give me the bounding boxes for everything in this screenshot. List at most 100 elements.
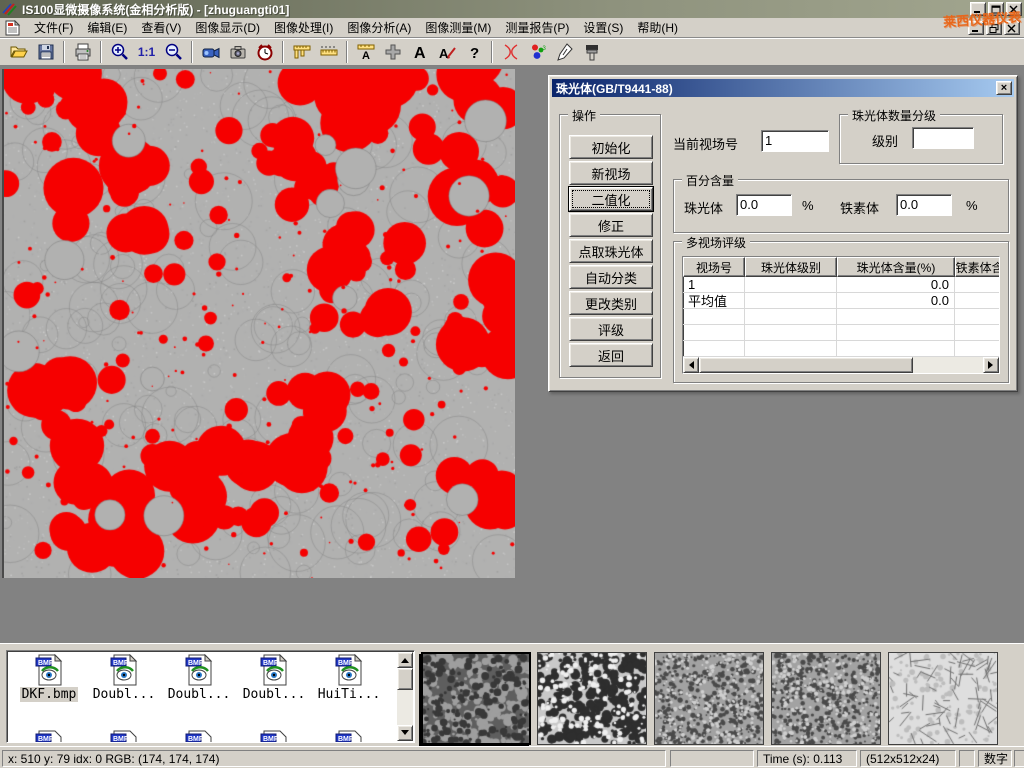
col-field-no[interactable]: 视场号 [683,257,745,277]
table-horizontal-scrollbar[interactable] [683,357,999,373]
file-item-partial[interactable]: BMP [238,730,310,743]
move-cross-icon[interactable] [379,39,406,64]
file-item-partial[interactable]: BMP [313,730,385,743]
correct-button[interactable]: 修正 [569,213,653,237]
close-button[interactable] [1006,2,1022,16]
grade-group: 珠光体数量分级 级别 [839,114,1003,164]
new-field-button[interactable]: 新视场 [569,161,653,185]
thumbnail-5[interactable] [888,652,998,745]
rate-button[interactable]: 评级 [569,317,653,341]
file-list-scrollbar[interactable] [397,652,413,741]
menu-edit[interactable]: 编辑(E) [80,17,134,38]
bmp-file-icon: BMP [334,654,364,686]
scroll-thumb[interactable] [699,357,913,373]
maximize-button[interactable] [988,2,1004,16]
ruler-icon[interactable] [315,39,342,64]
ferrite-percent-input[interactable]: 0.0 [896,194,952,216]
save-icon[interactable] [32,39,59,64]
menu-image-measure[interactable]: 图像测量(M) [418,17,498,38]
file-item-partial[interactable]: BMP [163,730,235,743]
help-icon[interactable]: ? [460,39,487,64]
table-row[interactable]: 平均值 0.0 [683,293,999,309]
thumbnail-4[interactable] [771,652,881,745]
timer-icon[interactable] [251,39,278,64]
menu-file[interactable]: 文件(F) [27,17,80,38]
menu-help[interactable]: 帮助(H) [630,17,685,38]
svg-text:BMP: BMP [188,660,204,667]
pick-pearlite-button[interactable]: 点取珠光体 [569,239,653,263]
file-name[interactable]: Doubl... [91,687,158,702]
zoom-in-icon[interactable] [106,39,133,64]
mdi-close-button[interactable] [1004,21,1020,35]
file-name[interactable]: DKF.bmp [20,687,79,702]
toolbar-separator [191,41,193,63]
file-name[interactable]: Doubl... [241,687,308,702]
multi-field-group: 多视场评级 视场号 珠光体级别 珠光体含量(%) 铁素体含量(%) 1 0.0 … [673,241,1009,383]
pearlite-percent-input[interactable]: 0.0 [736,194,792,216]
init-button[interactable]: 初始化 [569,135,653,159]
zoom-out-icon[interactable] [160,39,187,64]
camera-icon[interactable] [224,39,251,64]
svg-text:A: A [414,45,426,62]
pearlite-percent-sign: % [802,198,814,213]
open-icon[interactable] [5,39,32,64]
mdi-minimize-button[interactable] [968,21,984,35]
menu-image-process[interactable]: 图像处理(I) [267,17,340,38]
camcorder-icon[interactable] [197,39,224,64]
print-icon[interactable] [69,39,96,64]
measure-text-icon[interactable]: A [352,39,379,64]
minimize-button[interactable] [970,2,986,16]
curve-tool-icon[interactable] [497,39,524,64]
scroll-up-icon[interactable] [397,652,413,668]
mdi-restore-button[interactable] [986,21,1002,35]
auto-classify-button[interactable]: 自动分类 [569,265,653,289]
paint-brush-icon[interactable] [578,39,605,64]
annotate-icon[interactable]: A [433,39,460,64]
menu-report[interactable]: 测量报告(P) [498,17,576,38]
return-button[interactable]: 返回 [569,343,653,367]
grade-input[interactable] [912,127,974,149]
menu-image-display[interactable]: 图像显示(D) [188,17,267,38]
scroll-down-icon[interactable] [397,725,413,741]
actual-size-icon[interactable]: 1:1 [133,39,160,64]
bmp-file-icon: BMP [109,730,139,743]
scroll-left-icon[interactable] [683,357,699,373]
menu-settings[interactable]: 设置(S) [576,17,630,38]
file-item[interactable]: BMP HuiTi... [313,654,385,702]
bmp-file-icon: BMP [34,654,64,686]
dialog-close-icon[interactable]: × [996,81,1012,95]
document-icon[interactable] [4,20,21,36]
metallograph-image[interactable] [2,69,515,578]
table-row[interactable]: 1 0.0 [683,277,999,293]
svg-text:BMP: BMP [188,736,204,743]
dialog-title-bar[interactable]: 珠光体(GB/T9441-88) × [552,79,1014,97]
thumbnail-1[interactable] [421,652,531,745]
scroll-right-icon[interactable] [983,357,999,373]
menu-image-analysis[interactable]: 图像分析(A) [340,17,418,38]
file-item[interactable]: BMP Doubl... [88,654,160,702]
bmp-file-icon: BMP [184,730,214,743]
file-name[interactable]: Doubl... [166,687,233,702]
col-pearlite-pct[interactable]: 珠光体含量(%) [837,257,955,277]
file-item[interactable]: BMP DKF.bmp [13,654,85,702]
file-item[interactable]: BMP Doubl... [238,654,310,702]
col-pearlite-grade[interactable]: 珠光体级别 [745,257,837,277]
text-icon[interactable]: A [406,39,433,64]
file-item-partial[interactable]: BMP [13,730,85,743]
col-ferrite-pct[interactable]: 铁素体含量(%) [955,257,1000,277]
caliper-icon[interactable] [288,39,315,64]
file-name[interactable]: HuiTi... [316,687,383,702]
binarize-button[interactable]: 二值化 [569,187,653,211]
current-field-input[interactable]: 1 [761,130,829,152]
file-item[interactable]: BMP Doubl... [163,654,235,702]
change-class-button[interactable]: 更改类别 [569,291,653,315]
pen-tool-icon[interactable] [551,39,578,64]
file-item-partial[interactable]: BMP [88,730,160,743]
ferrite-percent-sign: % [966,198,978,213]
thumbnail-2[interactable] [537,652,647,745]
menu-view[interactable]: 查看(V) [134,17,188,38]
color-particles-icon[interactable]: 3 [524,39,551,64]
cell-field-no: 平均值 [683,293,745,308]
scroll-thumb[interactable] [397,668,413,690]
thumbnail-3[interactable] [654,652,764,745]
